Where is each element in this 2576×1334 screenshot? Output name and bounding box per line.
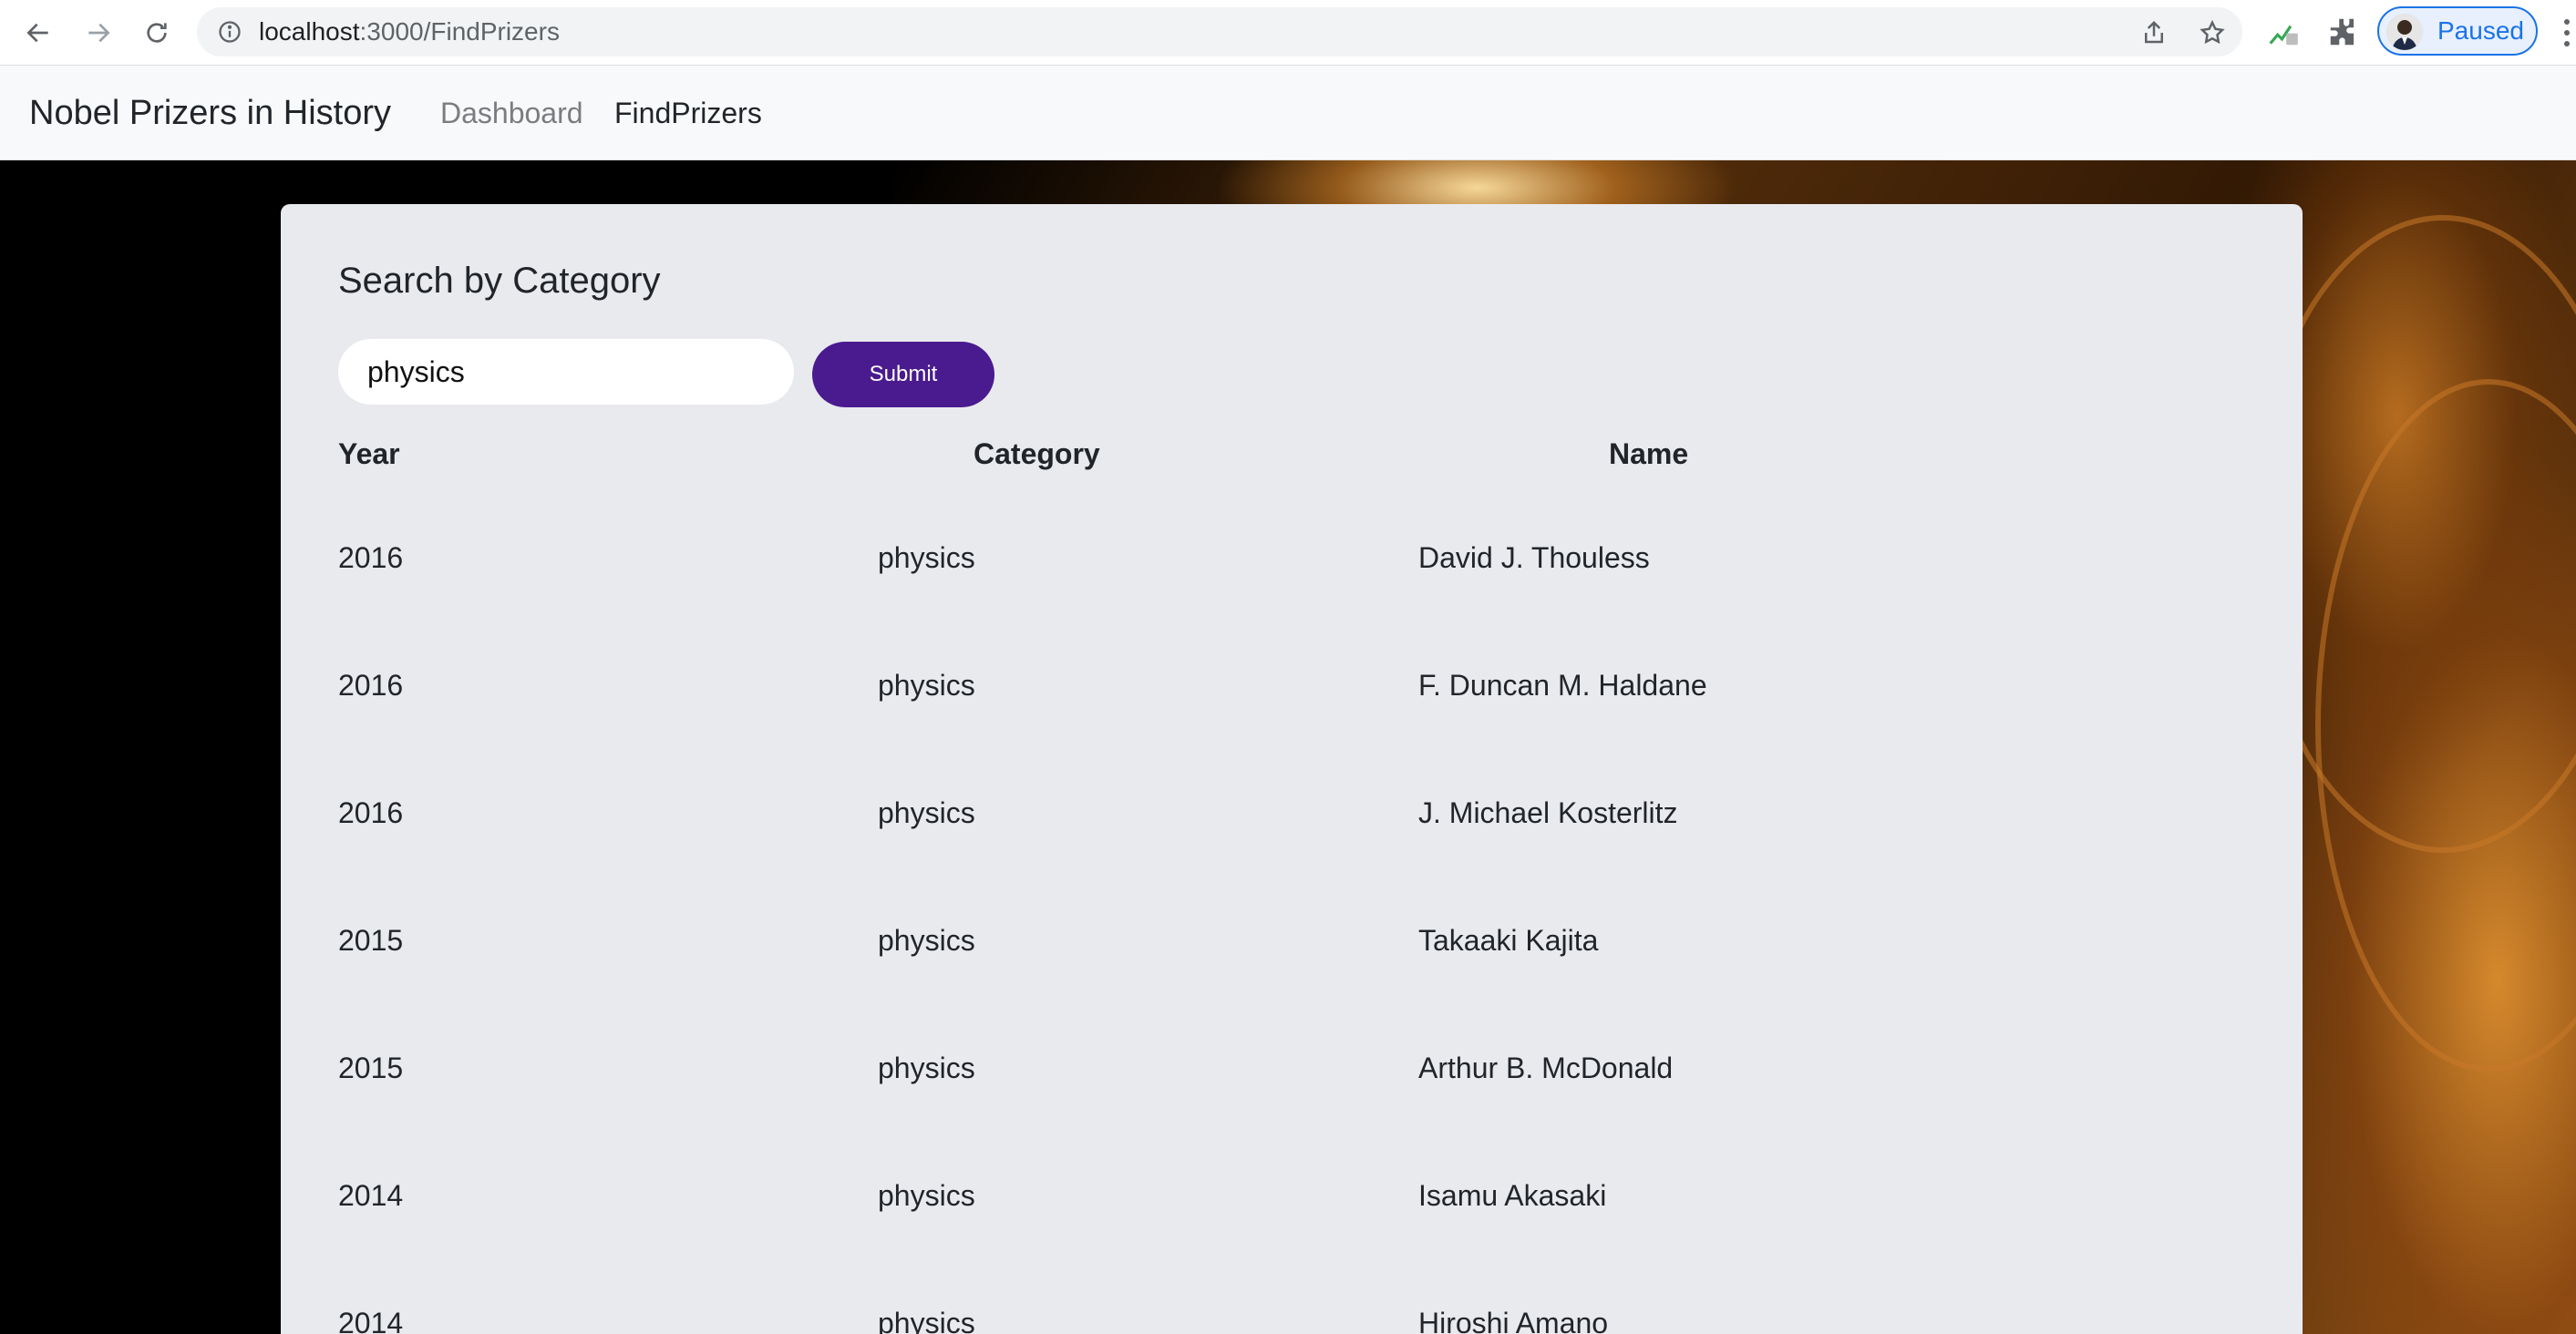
extension-status-icon[interactable] xyxy=(2266,15,2301,49)
table-row: 2015 physics Arthur B. McDonald xyxy=(281,1050,2303,1177)
cell-name: Arthur B. McDonald xyxy=(1418,1052,1674,1084)
cell-category: physics xyxy=(878,669,975,702)
cell-name: J. Michael Kosterlitz xyxy=(1418,796,1678,829)
cell-year: 2016 xyxy=(338,541,404,574)
cell-name: F. Duncan M. Haldane xyxy=(1418,669,1707,702)
table-row: 2016 physics David J. Thouless xyxy=(281,539,2303,667)
cell-year: 2016 xyxy=(338,796,404,829)
back-button[interactable] xyxy=(18,13,58,53)
column-header-category: Category xyxy=(974,437,1100,470)
column-header-year: Year xyxy=(338,437,400,470)
page-title: Search by Category xyxy=(338,261,661,301)
cell-name: Takaaki Kajita xyxy=(1418,924,1599,957)
cell-category: physics xyxy=(878,1052,975,1084)
avatar xyxy=(2386,14,2423,50)
submit-button[interactable]: Submit xyxy=(812,342,994,407)
cell-year: 2014 xyxy=(338,1179,404,1212)
browser-toolbar: localhost:3000/FindPrizers Paused xyxy=(0,0,2576,66)
cell-category: physics xyxy=(878,541,975,574)
cell-category: physics xyxy=(878,796,975,829)
cell-category: physics xyxy=(878,1179,975,1212)
nav-link-dashboard[interactable]: Dashboard xyxy=(440,66,583,160)
table-row: 2014 physics Hiroshi Amano xyxy=(281,1305,2303,1334)
cell-name: Isamu Akasaki xyxy=(1418,1179,1607,1212)
nav-link-findprizers[interactable]: FindPrizers xyxy=(614,66,762,160)
bookmark-star-icon[interactable] xyxy=(2199,19,2226,46)
table-row: 2016 physics J. Michael Kosterlitz xyxy=(281,795,2303,922)
brand-title[interactable]: Nobel Prizers in History xyxy=(29,66,391,160)
back-arrow-icon xyxy=(26,23,48,43)
share-icon[interactable] xyxy=(2140,19,2168,46)
cell-category: physics xyxy=(878,1307,975,1334)
reload-button[interactable] xyxy=(137,13,177,53)
url-text[interactable]: localhost:3000/FindPrizers xyxy=(259,7,560,56)
cell-year: 2015 xyxy=(338,924,404,957)
forward-button[interactable] xyxy=(78,13,118,53)
cell-year: 2014 xyxy=(338,1307,404,1334)
address-bar[interactable]: localhost:3000/FindPrizers xyxy=(197,7,2242,56)
category-search-input[interactable] xyxy=(338,339,794,405)
cell-year: 2016 xyxy=(338,669,404,702)
profile-button[interactable]: Paused xyxy=(2377,6,2538,56)
forward-arrow-icon xyxy=(88,23,110,43)
app-navbar: Nobel Prizers in History Dashboard FindP… xyxy=(0,66,2576,160)
search-card: Search by Category Submit Year Category … xyxy=(281,204,2303,1334)
reload-icon xyxy=(147,23,167,43)
profile-status-label: Paused xyxy=(2437,16,2524,45)
extensions-puzzle-icon[interactable] xyxy=(2326,15,2361,49)
table-row: 2015 physics Takaaki Kajita xyxy=(281,922,2303,1050)
cell-year: 2015 xyxy=(338,1052,404,1084)
table-row: 2016 physics F. Duncan M. Haldane xyxy=(281,667,2303,795)
url-path: :3000/FindPrizers xyxy=(359,17,560,46)
cell-category: physics xyxy=(878,924,975,957)
table-row: 2014 physics Isamu Akasaki xyxy=(281,1177,2303,1305)
cell-name: Hiroshi Amano xyxy=(1418,1307,1609,1334)
cell-name: David J. Thouless xyxy=(1418,541,1650,574)
site-info-icon[interactable] xyxy=(217,19,242,45)
column-header-name: Name xyxy=(1609,437,1689,470)
url-host: localhost xyxy=(259,17,360,46)
kebab-menu-icon[interactable] xyxy=(2558,15,2576,51)
